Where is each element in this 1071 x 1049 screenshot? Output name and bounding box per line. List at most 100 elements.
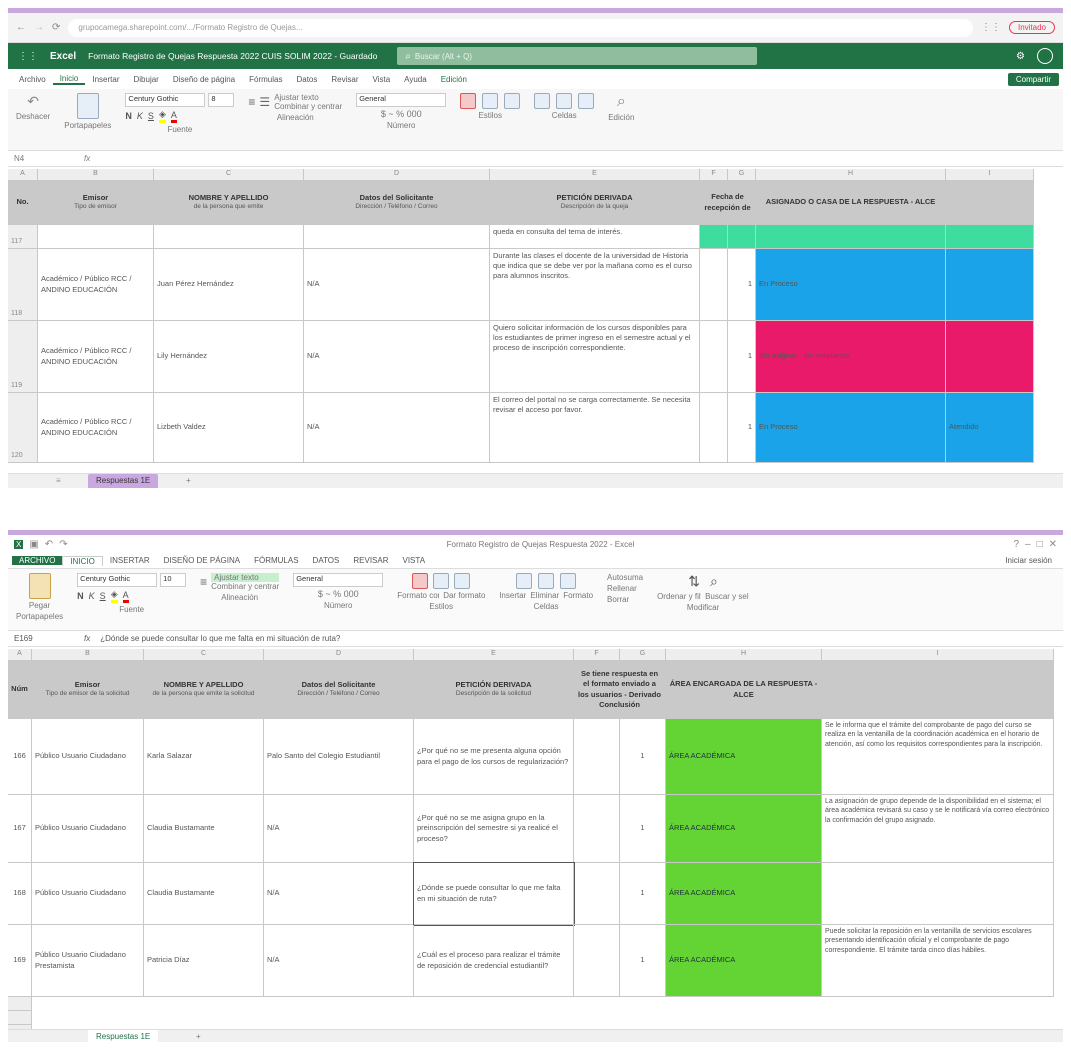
italic-button[interactable]: K — [137, 111, 143, 121]
sheet-tab-active[interactable]: Respuestas 1E — [88, 1030, 159, 1042]
row-number[interactable] — [8, 997, 32, 1011]
formula-input[interactable]: ¿Dónde se puede consultar lo que me falt… — [100, 634, 1057, 643]
sort-icon[interactable]: ⇅ — [688, 573, 700, 590]
format-cells-icon[interactable] — [578, 93, 595, 109]
extra-cell[interactable] — [946, 225, 1034, 249]
emisor-cell[interactable]: Académico / Público RCC / ANDINO EDUCACI… — [38, 393, 154, 463]
tab-review[interactable]: Revisar — [324, 75, 365, 84]
insert-cells-icon[interactable] — [534, 93, 551, 109]
emisor-cell[interactable] — [38, 225, 154, 249]
emisor-cell[interactable]: Público Usuario Ciudadano — [32, 795, 144, 863]
font-size-select[interactable]: 10 — [160, 573, 187, 587]
asignado-cell[interactable]: En Proceso — [756, 249, 946, 321]
column-header[interactable]: B — [38, 169, 154, 181]
tab-inicio[interactable]: INICIO — [62, 555, 103, 566]
peticion-cell[interactable]: queda en consulta del tema de interés. — [490, 225, 700, 249]
column-header[interactable]: D — [304, 169, 490, 181]
delete-cells-icon[interactable] — [556, 93, 573, 109]
underline-button[interactable]: S — [100, 591, 106, 601]
column-header[interactable]: E — [414, 649, 574, 661]
response-flag-cell[interactable] — [574, 795, 620, 863]
fecha-cell[interactable] — [700, 249, 728, 321]
maximize-icon[interactable]: □ — [1037, 539, 1043, 550]
paste-label[interactable]: Pegar — [29, 601, 50, 610]
fill-color-icon[interactable]: ◈ — [158, 109, 166, 123]
nombre-cell[interactable]: Lizbeth Valdez — [154, 393, 304, 463]
tab-revisar[interactable]: REVISAR — [346, 556, 395, 565]
emisor-cell[interactable]: Público Usuario Ciudadano — [32, 719, 144, 795]
conditional-format-icon[interactable] — [460, 93, 477, 109]
emisor-cell[interactable]: Público Usuario Ciudadano Prestamista — [32, 925, 144, 997]
redo-icon[interactable]: ↷ — [59, 539, 67, 550]
font-name-select[interactable]: Century Gothic — [77, 573, 158, 587]
response-cell[interactable]: Se le informa que el trámite del comprob… — [822, 719, 1054, 795]
area-cell[interactable]: ÁREA ACADÉMICA — [666, 863, 822, 925]
tab-insertar[interactable]: INSERTAR — [103, 556, 157, 565]
count-cell[interactable]: 1 — [728, 321, 756, 393]
fecha-cell[interactable] — [700, 321, 728, 393]
add-sheet-button[interactable]: + — [188, 1030, 209, 1042]
name-box[interactable]: E169 — [14, 634, 74, 643]
name-box[interactable]: N4 — [14, 154, 74, 163]
column-header[interactable]: G — [620, 649, 666, 661]
datos-cell[interactable]: N/A — [264, 925, 414, 997]
delete-label[interactable]: Eliminar — [530, 591, 559, 600]
column-header[interactable]: G — [728, 169, 756, 181]
column-header[interactable]: I — [822, 649, 1054, 661]
column-header[interactable]: A — [8, 169, 38, 181]
undo-icon[interactable]: ↶ — [45, 539, 53, 550]
extensions-icon[interactable]: ⋮⋮ — [981, 22, 1001, 33]
emisor-cell[interactable]: Académico / Público RCC / ANDINO EDUCACI… — [38, 321, 154, 393]
tab-diseno[interactable]: DISEÑO DE PÁGINA — [157, 556, 247, 565]
address-bar[interactable]: grupocamega.sharepoint.com/.../Formato R… — [68, 18, 973, 37]
close-icon[interactable]: ✕ — [1049, 539, 1057, 550]
tab-draw[interactable]: Dibujar — [127, 75, 166, 84]
tab-insert[interactable]: Insertar — [85, 75, 126, 84]
nombre-cell[interactable]: Karla Salazar — [144, 719, 264, 795]
format-table-icon[interactable] — [482, 93, 499, 109]
peticion-cell[interactable]: Quiero solicitar información de los curs… — [490, 321, 700, 393]
font-color-icon[interactable]: A — [122, 590, 129, 603]
peticion-cell[interactable]: ¿Por qué no se me asigna grupo en la pre… — [414, 795, 574, 863]
share-button[interactable]: Compartir — [1007, 72, 1059, 86]
font-name-select[interactable]: Century Gothic — [125, 93, 206, 107]
tab-formulas[interactable]: Fórmulas — [242, 75, 289, 84]
extra-cell[interactable]: Atendido — [946, 393, 1034, 463]
asignado-cell[interactable] — [756, 225, 946, 249]
save-icon[interactable]: ▣ — [29, 539, 38, 550]
tab-archivo[interactable]: ARCHIVO — [12, 556, 63, 565]
column-header[interactable]: D — [264, 649, 414, 661]
forward-icon[interactable]: → — [34, 22, 44, 33]
peticion-cell[interactable]: Durante las clases el docente de la univ… — [490, 249, 700, 321]
avatar[interactable] — [1037, 48, 1053, 64]
peticion-cell[interactable]: ¿Cuál es el proceso para realizar el trá… — [414, 925, 574, 997]
asignado-cell[interactable]: En Proceso — [756, 393, 946, 463]
cell-styles-icon[interactable] — [454, 573, 471, 589]
row-number[interactable]: 119 — [8, 321, 38, 393]
format-table-label[interactable]: Dar formato como tabla — [443, 591, 485, 600]
peticion-cell[interactable]: ¿Por qué no se me presenta alguna opción… — [414, 719, 574, 795]
datos-cell[interactable]: N/A — [264, 863, 414, 925]
datos-cell[interactable]: N/A — [304, 321, 490, 393]
align-center-icon[interactable]: ☰ — [259, 95, 270, 109]
column-header[interactable]: F — [700, 169, 728, 181]
settings-icon[interactable]: ⚙ — [1016, 51, 1025, 62]
back-icon[interactable]: ← — [16, 22, 26, 33]
area-cell[interactable]: ÁREA ACADÉMICA — [666, 925, 822, 997]
response-cell[interactable]: Puede solicitar la reposición en la vent… — [822, 925, 1054, 997]
datos-cell[interactable]: Palo Santo del Colegio Estudiantil — [264, 719, 414, 795]
autosum-button[interactable]: Autosuma — [607, 573, 643, 582]
column-header[interactable]: I — [946, 169, 1034, 181]
response-flag-cell[interactable] — [574, 863, 620, 925]
row-number[interactable]: 118 — [8, 249, 38, 321]
count-cell[interactable]: 1 — [728, 393, 756, 463]
extra-cell[interactable] — [946, 321, 1034, 393]
number-format-select[interactable]: General — [293, 573, 384, 587]
find-label[interactable]: Buscar y seleccionar — [705, 592, 749, 601]
column-header[interactable]: C — [144, 649, 264, 661]
paste-icon[interactable] — [28, 573, 51, 599]
count-cell[interactable] — [728, 225, 756, 249]
tab-datos[interactable]: DATOS — [306, 556, 347, 565]
emisor-cell[interactable]: Público Usuario Ciudadano — [32, 863, 144, 925]
nombre-cell[interactable]: Claudia Bustamante — [144, 863, 264, 925]
